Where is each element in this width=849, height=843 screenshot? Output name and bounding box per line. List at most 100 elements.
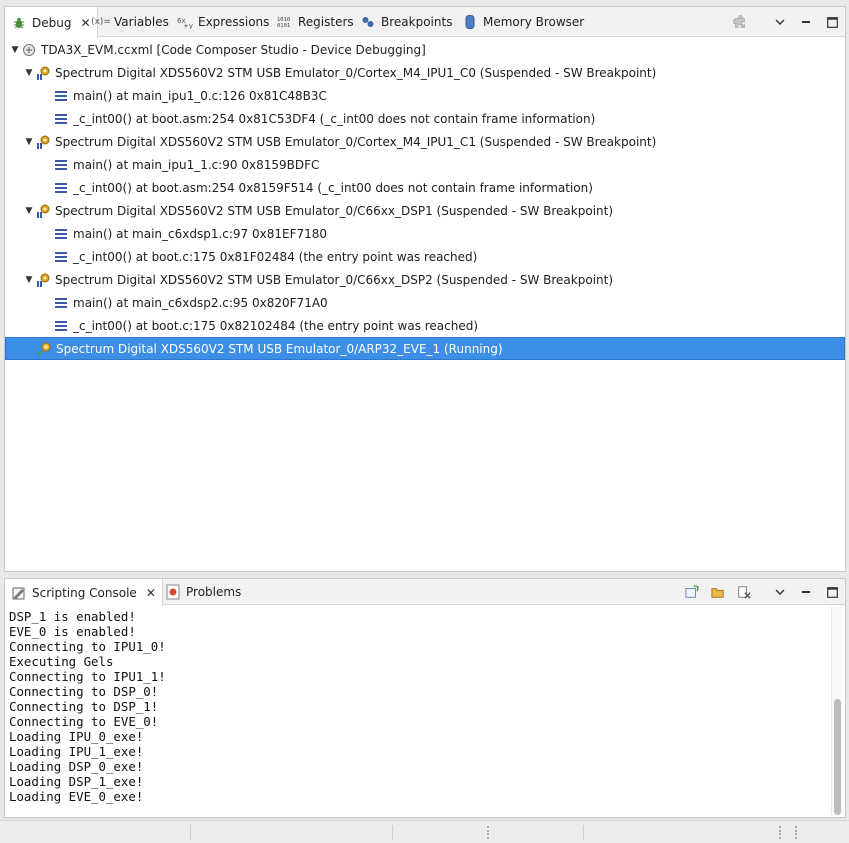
console-line: Connecting to IPU1_1!	[9, 669, 166, 684]
console-icon	[11, 585, 27, 601]
stack-frame[interactable]: main() at main_ipu1_0.c:126 0x81C48B3C	[5, 84, 845, 107]
tab-memory-browser[interactable]: Memory Browser	[462, 7, 584, 37]
status-separator	[392, 825, 393, 840]
tab-debug[interactable]: Debug ✕	[5, 7, 98, 38]
tab-scripting-console-label: Scripting Console	[32, 585, 137, 600]
stack-frame-icon	[53, 180, 69, 196]
stack-frame-label: main() at main_ipu1_1.c:90 0x8159BDFC	[73, 157, 320, 172]
tab-memory-browser-label: Memory Browser	[483, 15, 585, 29]
debug-view: Debug ✕ (x)= Variables 6x +y Expressions …	[4, 6, 846, 572]
stack-frame[interactable]: main() at main_c6xdsp2.c:95 0x820F71A0	[5, 291, 845, 314]
tab-registers-label: Registers	[298, 15, 354, 29]
view-menu-icon[interactable]	[773, 585, 787, 599]
tab-registers[interactable]: 1010 0101 Registers	[277, 7, 354, 37]
new-console-icon[interactable]	[685, 585, 699, 599]
tree-target-label: Spectrum Digital XDS560V2 STM USB Emulat…	[55, 134, 657, 149]
tree-target-running[interactable]: Spectrum Digital XDS560V2 STM USB Emulat…	[5, 337, 845, 360]
tab-variables-label: Variables	[114, 15, 169, 29]
stack-frame[interactable]: _c_int00() at boot.c:175 0x82102484 (the…	[5, 314, 845, 337]
chevron-down-icon[interactable]: ▼	[23, 205, 35, 217]
console-line: Loading DSP_1_exe!	[9, 774, 144, 789]
tab-scripting-console[interactable]: Scripting Console ✕	[5, 579, 163, 606]
minimize-icon[interactable]	[799, 15, 813, 29]
svg-text:0101: 0101	[277, 23, 290, 29]
console-view: Scripting Console ✕ Problems DSP_1 is en…	[4, 578, 846, 818]
console-output[interactable]: DSP_1 is enabled! EVE_0 is enabled! Conn…	[9, 609, 827, 804]
debug-view-tabbar: Debug ✕ (x)= Variables 6x +y Expressions …	[5, 7, 845, 38]
chevron-down-icon[interactable]: ▼	[9, 44, 21, 56]
stack-frame-label: _c_int00() at boot.c:175 0x82102484 (the…	[73, 318, 479, 333]
tree-target[interactable]: ▼ Spectrum Digital XDS560V2 STM USB Emul…	[5, 130, 845, 153]
tree-root[interactable]: ▼ TDA3X_EVM.ccxml [Code Composer Studio …	[5, 38, 845, 61]
stack-frame[interactable]: _c_int00() at boot.asm:254 0x81C53DF4 (_…	[5, 107, 845, 130]
maximize-icon[interactable]	[825, 585, 839, 599]
stack-frame[interactable]: _c_int00() at boot.c:175 0x81F02484 (the…	[5, 245, 845, 268]
memory-icon	[462, 14, 478, 30]
tab-variables[interactable]: (x)= Variables	[91, 7, 169, 37]
status-grip-icon[interactable]	[487, 826, 490, 839]
running-target-icon	[36, 341, 52, 357]
close-icon[interactable]: ✕	[80, 16, 90, 30]
stack-frame-icon	[53, 111, 69, 127]
chevron-down-icon[interactable]: ▼	[23, 136, 35, 148]
stack-frame-icon	[53, 226, 69, 242]
stack-frame-label: _c_int00() at boot.asm:254 0x81C53DF4 (_…	[73, 111, 596, 126]
status-separator	[190, 825, 191, 840]
stack-frame[interactable]: _c_int00() at boot.asm:254 0x8159F514 (_…	[5, 176, 845, 199]
tree-target[interactable]: ▼ Spectrum Digital XDS560V2 STM USB Emul…	[5, 61, 845, 84]
tree-target-label: Spectrum Digital XDS560V2 STM USB Emulat…	[55, 65, 657, 80]
console-scrollbar[interactable]	[831, 607, 843, 815]
suspended-target-icon	[35, 134, 51, 150]
console-line: Loading IPU_0_exe!	[9, 729, 144, 744]
console-view-tabbar: Scripting Console ✕ Problems	[5, 579, 845, 606]
status-bar	[0, 820, 849, 843]
close-icon[interactable]: ✕	[146, 586, 156, 600]
tab-problems[interactable]: Problems	[165, 579, 241, 605]
stack-frame-icon	[53, 318, 69, 334]
tree-target-label: Spectrum Digital XDS560V2 STM USB Emulat…	[56, 341, 503, 356]
chevron-down-icon[interactable]: ▼	[23, 67, 35, 79]
tab-expressions-label: Expressions	[198, 15, 270, 29]
stack-frame-label: _c_int00() at boot.c:175 0x81F02484 (the…	[73, 249, 478, 264]
console-line: EVE_0 is enabled!	[9, 624, 136, 639]
bug-icon	[11, 15, 27, 31]
tab-expressions[interactable]: 6x +y Expressions	[177, 7, 269, 37]
console-line: Connecting to DSP_1!	[9, 699, 159, 714]
stack-frame[interactable]: main() at main_ipu1_1.c:90 0x8159BDFC	[5, 153, 845, 176]
tree-target[interactable]: ▼ Spectrum Digital XDS560V2 STM USB Emul…	[5, 268, 845, 291]
console-line: Executing Gels	[9, 654, 114, 669]
chevron-down-icon[interactable]: ▼	[23, 274, 35, 286]
stack-frame-icon	[53, 295, 69, 311]
stack-frame[interactable]: main() at main_c6xdsp1.c:97 0x81EF7180	[5, 222, 845, 245]
stack-frame-label: main() at main_c6xdsp2.c:95 0x820F71A0	[73, 295, 328, 310]
tab-debug-label: Debug	[32, 15, 72, 30]
clear-console-icon[interactable]	[737, 585, 751, 599]
maximize-icon[interactable]	[825, 15, 839, 29]
tree-target-label: Spectrum Digital XDS560V2 STM USB Emulat…	[55, 203, 614, 218]
console-line: Loading EVE_0_exe!	[9, 789, 144, 804]
status-grip-icon[interactable]	[779, 826, 782, 839]
ccxml-config-icon	[21, 42, 37, 58]
suspended-target-icon	[35, 203, 51, 219]
debug-view-toolbar	[733, 7, 839, 37]
tree-target[interactable]: ▼ Spectrum Digital XDS560V2 STM USB Emul…	[5, 199, 845, 222]
open-folder-icon[interactable]	[711, 585, 725, 599]
suspended-target-icon	[35, 272, 51, 288]
puzzle-icon[interactable]	[733, 15, 747, 29]
stack-frame-icon	[53, 88, 69, 104]
status-grip-icon[interactable]	[795, 826, 798, 839]
stack-frame-label: main() at main_c6xdsp1.c:97 0x81EF7180	[73, 226, 328, 241]
console-view-toolbar	[685, 579, 839, 605]
console-line: Connecting to DSP_0!	[9, 684, 159, 699]
console-line: Connecting to IPU1_0!	[9, 639, 166, 654]
tree-target-label: Spectrum Digital XDS560V2 STM USB Emulat…	[55, 272, 614, 287]
tab-breakpoints[interactable]: Breakpoints	[360, 7, 452, 37]
view-menu-icon[interactable]	[773, 15, 787, 29]
expressions-icon: 6x +y	[177, 14, 193, 30]
variables-icon: (x)=	[91, 17, 111, 27]
console-line: Loading DSP_0_exe!	[9, 759, 144, 774]
scrollbar-thumb[interactable]	[834, 699, 841, 815]
minimize-icon[interactable]	[799, 585, 813, 599]
console-line: DSP_1 is enabled!	[9, 609, 136, 624]
registers-icon: 1010 0101	[277, 14, 293, 30]
